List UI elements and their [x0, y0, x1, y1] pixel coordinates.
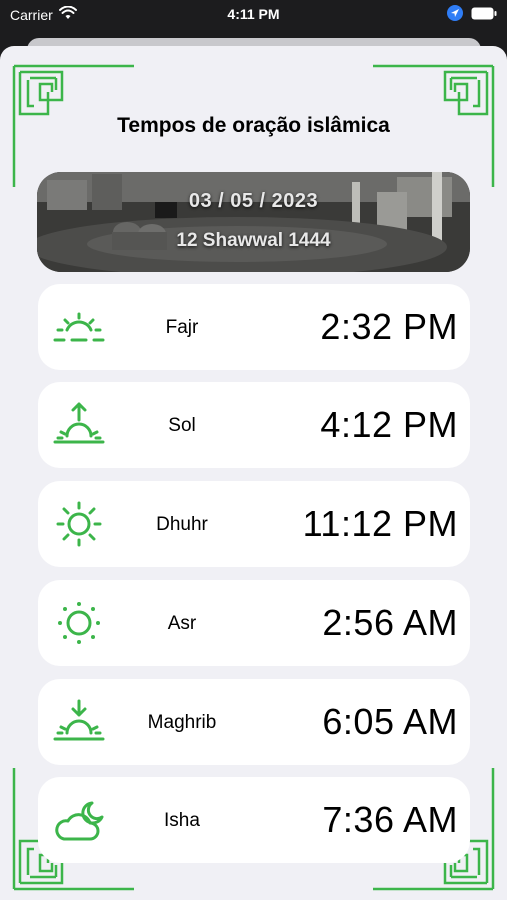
prayer-card-asr: Asr 2:56 AM [38, 580, 470, 666]
sun-dotted-icon [52, 598, 106, 648]
location-icon [447, 5, 463, 24]
prayer-card-sol: Sol 4:12 PM [38, 382, 470, 468]
prayer-name: Dhuhr [156, 514, 208, 535]
dawn-icon [52, 302, 106, 352]
prayer-time: 6:05 AM [322, 701, 458, 742]
prayer-card-maghrib: Maghrib 6:05 AM [38, 679, 470, 765]
mosque-image [37, 172, 470, 272]
date-banner: 03 / 05 / 2023 12 Shawwal 1444 [37, 172, 470, 272]
prayer-name: Maghrib [147, 712, 217, 733]
prayer-name: Sol [168, 415, 196, 436]
prayer-time: 2:32 PM [320, 306, 458, 347]
status-time: 4:11 PM [227, 6, 280, 22]
gregorian-date: 03 / 05 / 2023 [188, 190, 319, 212]
sun-icon [52, 499, 106, 549]
prayer-time: 7:36 AM [322, 799, 458, 840]
sunset-icon [52, 697, 106, 747]
prayer-card-fajr: Fajr 2:32 PM [38, 284, 470, 370]
status-bar: Carrier 4:11 PM [0, 0, 507, 30]
cloud-moon-icon [52, 795, 106, 845]
prayer-name: Fajr [165, 317, 199, 338]
battery-icon [471, 7, 497, 23]
hijri-date: 12 Shawwal 1444 [176, 230, 331, 251]
prayer-card-dhuhr: Dhuhr 11:12 PM [38, 481, 470, 567]
sunrise-icon [52, 400, 106, 450]
page-title: Tempos de oração islâmica [117, 114, 390, 137]
prayer-card-isha: Isha 7:36 AM [38, 777, 470, 863]
prayer-name: Asr [167, 613, 197, 634]
prayer-sheet: Tempos de oração islâmica 03 / 05 / 2023… [0, 46, 507, 900]
prayer-time: 11:12 PM [302, 503, 458, 544]
prayer-name: Isha [164, 810, 200, 831]
prayer-time: 2:56 AM [322, 602, 458, 643]
prayer-time: 4:12 PM [320, 404, 458, 445]
